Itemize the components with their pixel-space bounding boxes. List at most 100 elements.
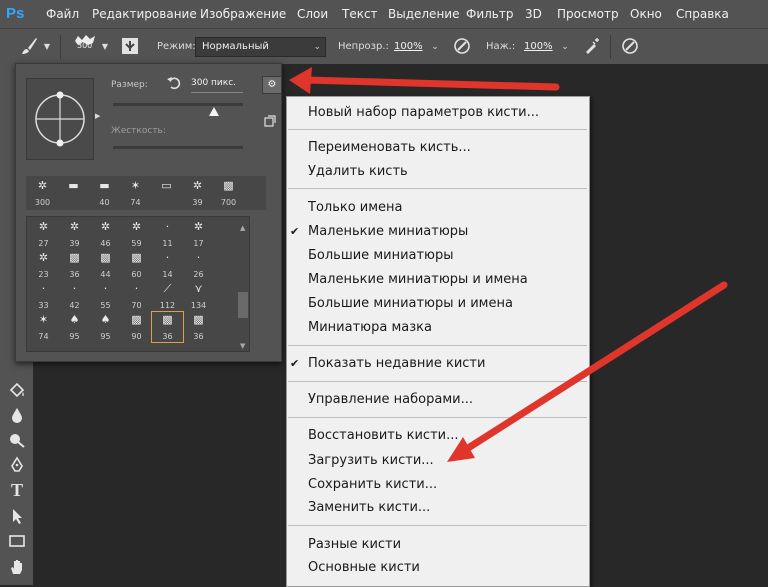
brush-preset[interactable]: ✲ 27	[28, 219, 59, 249]
path-selection-icon[interactable]	[6, 505, 28, 527]
rectangle-tool-icon[interactable]	[6, 530, 28, 552]
flow-input[interactable]: 100%	[524, 29, 553, 64]
brush-preset[interactable]: ▭	[151, 178, 182, 208]
brush-preset[interactable]: ▬ 40	[89, 178, 120, 208]
brush-preset[interactable]: ✲ 39	[182, 178, 213, 208]
pen-tool-icon[interactable]	[6, 454, 28, 476]
hardness-slider[interactable]	[113, 146, 243, 149]
brush-preset[interactable]: ♠ 95	[59, 312, 90, 342]
brush-preset[interactable]: ▩ 36	[59, 250, 90, 280]
brush-grid-scrollbar[interactable]: ▲ ▼	[237, 224, 249, 350]
menu-window[interactable]: Окно	[630, 0, 662, 28]
brush-preset-selected[interactable]: ▩ 36	[151, 311, 184, 343]
dodge-tool-icon[interactable]	[6, 429, 28, 451]
pressure-size-icon[interactable]	[620, 36, 640, 56]
brush-preset[interactable]: ⟋ 112	[152, 281, 183, 311]
brush-preset[interactable]: ✲ 46	[90, 219, 121, 249]
brush-preview[interactable]	[26, 78, 94, 160]
brush-preset[interactable]: · 11	[152, 219, 183, 249]
menu-item-small-thumbnail[interactable]: Маленькие миниатюры	[308, 221, 468, 243]
brush-size-readout: 300	[77, 41, 93, 50]
menu-separator	[288, 345, 587, 346]
brush-preset[interactable]: ✲ 23	[28, 250, 59, 280]
menu-item-reset-brushes[interactable]: Восстановить кисти...	[308, 425, 459, 447]
paint-bucket-icon[interactable]	[6, 379, 28, 401]
menu-type[interactable]: Текст	[342, 0, 378, 28]
menu-3d[interactable]: 3D	[525, 0, 542, 28]
menu-item-delete-brush[interactable]: Удалить кисть	[308, 161, 408, 183]
opacity-label: Непрозр.:	[338, 41, 389, 52]
brush-preset[interactable]: ▬	[58, 178, 89, 208]
brush-preset[interactable]: ▩ 90	[121, 312, 152, 342]
menu-help[interactable]: Справка	[676, 0, 729, 28]
menu-edit[interactable]: Редактирование	[92, 0, 197, 28]
menu-item-assorted-brushes[interactable]: Разные кисти	[308, 534, 401, 556]
brush-preset[interactable]: ✶ 74	[28, 312, 59, 342]
brush-preset[interactable]: · 14	[152, 250, 183, 280]
chevron-down-icon[interactable]: ⌄	[560, 42, 570, 52]
type-tool-icon[interactable]: T	[6, 479, 28, 501]
brush-preset[interactable]: · 42	[59, 281, 90, 311]
brush-preset[interactable]: ✲ 300	[27, 178, 58, 208]
brush-preset[interactable]: ✲ 39	[59, 219, 90, 249]
star-brush-icon: ✶	[130, 179, 141, 192]
size-slider[interactable]	[113, 103, 243, 106]
pressure-opacity-icon[interactable]	[452, 36, 472, 56]
menu-item-stroke-thumbnail[interactable]: Миниатюра мазка	[308, 317, 432, 339]
chevron-down-icon[interactable]: ⌄	[430, 42, 440, 52]
brush-preset[interactable]: · 55	[90, 281, 121, 311]
brush-preset[interactable]: · 33	[28, 281, 59, 311]
chevron-up-icon[interactable]: ▲	[240, 224, 245, 232]
menu-image[interactable]: Изображение	[200, 0, 286, 28]
menu-item-preset-manager[interactable]: Управление наборами...	[308, 389, 473, 411]
menu-item-basic-brushes[interactable]: Основные кисти	[308, 557, 420, 579]
scrollbar-thumb[interactable]	[238, 292, 248, 318]
size-input[interactable]: 300 пикс.	[191, 78, 243, 93]
menu-select[interactable]: Выделение	[388, 0, 459, 28]
spatter-brush-icon: ·	[103, 282, 108, 295]
brush-preset[interactable]: ▩ 60	[121, 250, 152, 280]
menu-item-show-recent-brushes[interactable]: Показать недавние кисти	[308, 353, 485, 375]
menu-item-new-brush-preset[interactable]: Новый набор параметров кисти...	[308, 102, 539, 124]
brush-preset[interactable]: ✶ 74	[120, 178, 151, 208]
new-preset-icon[interactable]	[264, 112, 278, 127]
blur-tool-icon[interactable]	[6, 404, 28, 426]
brush-preset[interactable]: ✲ 17	[183, 219, 214, 249]
reset-size-icon[interactable]	[166, 75, 182, 91]
brush-preset[interactable]: ✲ 59	[121, 219, 152, 249]
mode-select[interactable]: Нормальный ⌄	[195, 37, 326, 57]
menu-view[interactable]: Просмотр	[557, 0, 619, 28]
brush-preset[interactable]: ▩ 44	[90, 250, 121, 280]
divider	[610, 35, 611, 59]
menu-layers[interactable]: Слои	[297, 0, 328, 28]
menu-item-replace-brushes[interactable]: Заменить кисти...	[308, 497, 430, 519]
chevron-down-icon[interactable]: ▼	[100, 41, 110, 51]
texture-brush-icon: ▩	[162, 313, 173, 326]
brush-preset[interactable]: ▩ 36	[183, 312, 214, 342]
menu-item-large-thumbnail[interactable]: Большие миниатюры	[308, 245, 454, 267]
menu-file[interactable]: Файл	[46, 0, 79, 28]
menu-item-load-brushes[interactable]: Загрузить кисти...	[308, 450, 434, 472]
brush-tool-icon[interactable]	[18, 35, 40, 57]
brush-preset[interactable]: ⋎ 134	[183, 281, 214, 311]
size-slider-handle[interactable]	[209, 107, 219, 116]
hand-tool-icon[interactable]	[6, 556, 28, 578]
chevron-down-icon[interactable]: ▼	[42, 41, 52, 51]
chevron-right-icon[interactable]: ▶	[95, 112, 100, 120]
chevron-down-icon[interactable]: ▼	[240, 342, 245, 350]
opacity-input[interactable]: 100%	[394, 29, 423, 64]
brush-preset[interactable]: ♠ 95	[90, 312, 121, 342]
menu-item-large-list[interactable]: Большие миниатюры и имена	[308, 293, 513, 315]
brush-preset[interactable]: ▩ 700	[213, 178, 244, 208]
airbrush-icon[interactable]	[582, 36, 602, 56]
menu-item-save-brushes[interactable]: Сохранить кисти...	[308, 474, 437, 496]
gear-icon[interactable]: ⚙	[262, 76, 282, 94]
brush-preset[interactable]: · 70	[121, 281, 152, 311]
brush-preset[interactable]: · 26	[183, 250, 214, 280]
menu-item-text-only[interactable]: Только имена	[308, 197, 403, 219]
menu-filter[interactable]: Фильтр	[466, 0, 513, 28]
brush-panel-toggle-icon[interactable]	[120, 36, 140, 56]
spatter-brush-icon: ·	[134, 282, 139, 295]
menu-item-rename-brush[interactable]: Переименовать кисть...	[308, 137, 471, 159]
menu-item-small-list[interactable]: Маленькие миниатюры и имена	[308, 269, 528, 291]
